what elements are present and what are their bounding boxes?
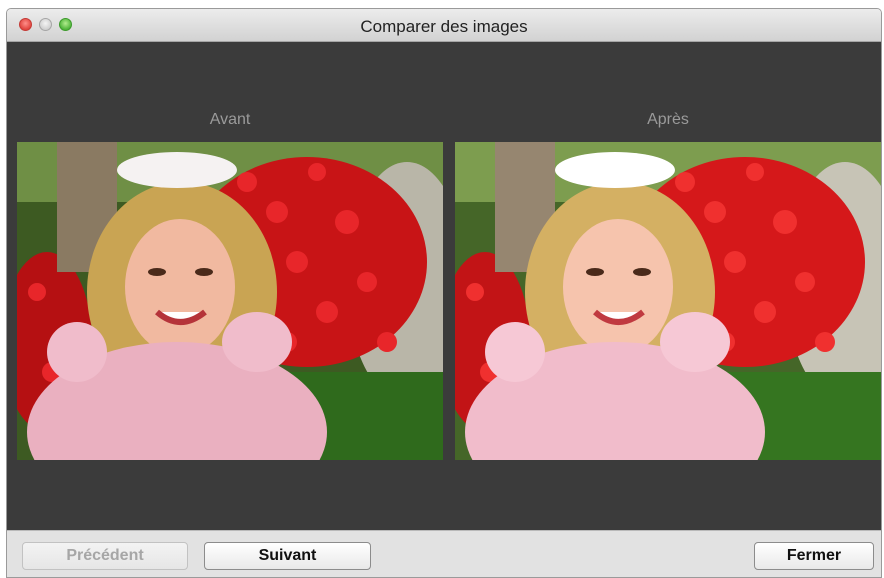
close-button[interactable]: Fermer — [754, 542, 874, 570]
after-label: Après — [647, 111, 689, 128]
button-bar: Précédent Suivant Fermer — [7, 530, 881, 577]
after-image — [455, 142, 881, 460]
previous-button[interactable]: Précédent — [22, 542, 188, 570]
window-title: Comparer des images — [360, 17, 528, 36]
next-button[interactable]: Suivant — [204, 542, 371, 570]
title-bar[interactable]: Comparer des images — [7, 9, 881, 42]
before-label: Avant — [209, 111, 251, 128]
before-image — [17, 142, 443, 460]
compare-images-window: Comparer des images Avant Après Précéden… — [6, 8, 882, 578]
comparison-area: Avant Après — [7, 42, 881, 530]
